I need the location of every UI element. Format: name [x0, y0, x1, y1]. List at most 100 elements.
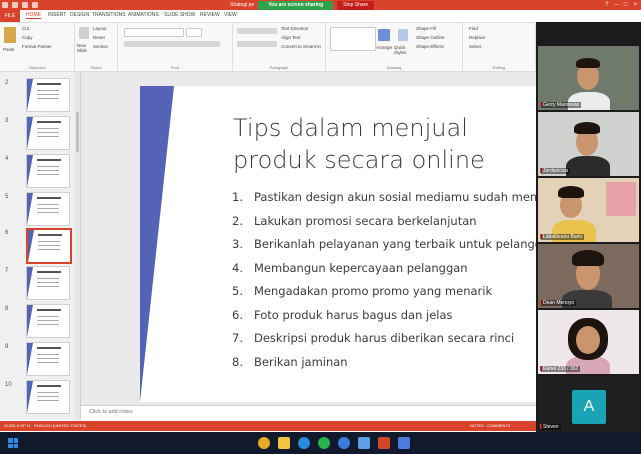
thumbnail-5[interactable]: 5 — [2, 192, 78, 226]
whatsapp-icon[interactable] — [318, 437, 330, 449]
section-button[interactable]: Section — [93, 44, 108, 49]
file-explorer-icon[interactable] — [278, 437, 290, 449]
shape-effects-button[interactable]: Shape Effects — [416, 44, 444, 49]
convert-smartart-button[interactable]: Convert to SmartArt — [281, 44, 321, 49]
new-slide-button[interactable]: New Slide — [77, 43, 93, 53]
tab-file[interactable]: FILE — [0, 10, 20, 22]
participant-tile[interactable]: Gerry Manoreas — [538, 46, 639, 110]
start-slideshow-icon[interactable] — [32, 2, 38, 8]
thumbnail-number: 5 — [5, 194, 9, 200]
list-item: 7. Deskripsi produk harus diberikan secar… — [232, 331, 515, 345]
quick-styles-button[interactable]: Quick Styles — [394, 45, 412, 55]
align-text-button[interactable]: Align Text — [281, 35, 300, 40]
cut-button[interactable]: Cut — [22, 26, 29, 31]
stop-share-button[interactable]: Stop Share — [337, 0, 375, 10]
title-bar: Strategi pe You are screen sharing Stop … — [0, 0, 641, 10]
app-icon[interactable] — [358, 437, 370, 449]
clipboard-label: Clipboard — [28, 65, 46, 70]
slide-thumbnail-pane: 2 3 4 5 6 7 8 9 10 — [0, 72, 81, 420]
tab-slide-show[interactable]: SLIDE SHOW — [164, 12, 195, 18]
participant-tile[interactable]: Dean Menoyo — [538, 244, 639, 308]
thumbnail-10[interactable]: 10 — [2, 380, 78, 414]
arrange-button[interactable]: Arrange — [376, 45, 392, 50]
chrome-icon[interactable] — [258, 437, 270, 449]
participant-tile[interactable]: A Steven — [538, 376, 639, 432]
slide-title[interactable]: Tips dalam menjual produk secara online — [233, 112, 533, 176]
tab-review[interactable]: REVIEW — [200, 12, 220, 18]
align-buttons[interactable] — [237, 41, 277, 47]
font-family-select[interactable] — [124, 28, 184, 37]
slide-bullet-list[interactable]: 1. Pastikan design akun sosial mediamu su… — [232, 190, 536, 378]
tab-transitions[interactable]: TRANSITIONS — [92, 12, 126, 18]
notes-pane[interactable]: Click to add notes — [81, 405, 536, 422]
windows-start-icon[interactable] — [8, 438, 18, 448]
replace-button[interactable]: Replace — [469, 35, 486, 40]
participant-name: Rahel 233 / 362 — [541, 366, 581, 372]
find-button[interactable]: Find — [469, 26, 478, 31]
thumbnail-3[interactable]: 3 — [2, 116, 78, 150]
format-painter-button[interactable]: Format Painter — [22, 44, 52, 49]
undo-icon[interactable] — [12, 2, 18, 8]
thumbnail-number: 8 — [5, 306, 9, 312]
close-icon[interactable]: × — [633, 2, 637, 8]
scrollbar-thumb[interactable] — [76, 112, 79, 152]
copy-button[interactable]: Copy — [22, 35, 33, 40]
browser-icon[interactable] — [298, 437, 310, 449]
font-size-select[interactable] — [186, 28, 202, 37]
tab-home[interactable]: HOME — [26, 12, 41, 19]
quick-access-toolbar — [2, 1, 38, 9]
arrange-icon[interactable] — [378, 29, 390, 41]
tab-insert[interactable]: INSERT — [48, 12, 66, 18]
participant-tile[interactable]: Labalbeanu Bario — [538, 178, 639, 242]
status-slide-info: SLIDE 6 OF 11 ENGLISH (UNITED STATES) — [4, 423, 87, 428]
paste-button[interactable]: Paste — [3, 47, 15, 52]
shape-fill-button[interactable]: Shape Fill — [416, 26, 436, 31]
word-icon[interactable] — [398, 437, 410, 449]
thumbnail-number: 4 — [5, 156, 9, 162]
thumbnail-number: 9 — [5, 344, 9, 350]
list-item: 8. Berikan jaminan — [232, 354, 348, 369]
thumbnail-7[interactable]: 7 — [2, 266, 78, 300]
thumbnail-6[interactable]: 6 — [2, 228, 78, 264]
help-icon[interactable]: ? — [605, 2, 608, 8]
participant-avatar: A — [572, 390, 606, 424]
participant-tile[interactable]: Rahel 233 / 362 — [538, 310, 639, 374]
layout-button[interactable]: Layout — [93, 26, 107, 31]
redo-icon[interactable] — [22, 2, 28, 8]
thumbnail-2[interactable]: 2 — [2, 78, 78, 112]
thumbnail-8[interactable]: 8 — [2, 304, 78, 338]
thumbnail-scrollbar[interactable] — [75, 72, 80, 420]
editing-group: Find Replace Select Editing — [463, 23, 536, 71]
zoom-icon[interactable] — [338, 437, 350, 449]
list-item: 5. Mengadakan promo promo yang menarik — [232, 284, 493, 298]
current-slide[interactable]: Tips dalam menjual produk secara online … — [140, 86, 536, 402]
thumbnail-9[interactable]: 9 — [2, 342, 78, 376]
notes-placeholder: Click to add notes — [89, 409, 133, 415]
new-slide-icon[interactable] — [79, 27, 89, 39]
save-icon[interactable] — [2, 2, 8, 8]
thumbnail-number: 3 — [5, 118, 9, 124]
tab-design[interactable]: DESIGN — [70, 12, 89, 18]
shapes-gallery[interactable] — [330, 27, 376, 51]
powerpoint-icon[interactable] — [378, 437, 390, 449]
comments-button[interactable]: COMMENTS — [487, 423, 510, 428]
reset-button[interactable]: Reset — [93, 35, 105, 40]
notes-button[interactable]: NOTES — [470, 423, 484, 428]
list-buttons[interactable] — [237, 28, 277, 34]
font-format-buttons[interactable] — [124, 41, 220, 47]
paste-icon[interactable] — [4, 27, 16, 43]
thumbnail-4[interactable]: 4 — [2, 154, 78, 188]
select-button[interactable]: Select — [469, 44, 482, 49]
minimize-icon[interactable]: – — [615, 2, 618, 8]
tab-view[interactable]: VIEW — [224, 12, 237, 18]
participant-tile[interactable]: Jordanicais — [538, 112, 639, 176]
clipboard-group: Paste Cut Copy Format Painter Clipboard — [0, 23, 75, 71]
participant-name: Dean Menoyo — [541, 300, 577, 306]
maximize-icon[interactable]: □ — [624, 2, 628, 8]
text-direction-button[interactable]: Text Direction — [281, 26, 308, 31]
slide-canvas: Tips dalam menjual produk secara online … — [81, 72, 536, 405]
quick-styles-icon[interactable] — [398, 29, 408, 41]
slide-accent-shape — [140, 86, 174, 402]
tab-animations[interactable]: ANIMATIONS — [128, 12, 159, 18]
shape-outline-button[interactable]: Shape Outline — [416, 35, 445, 40]
